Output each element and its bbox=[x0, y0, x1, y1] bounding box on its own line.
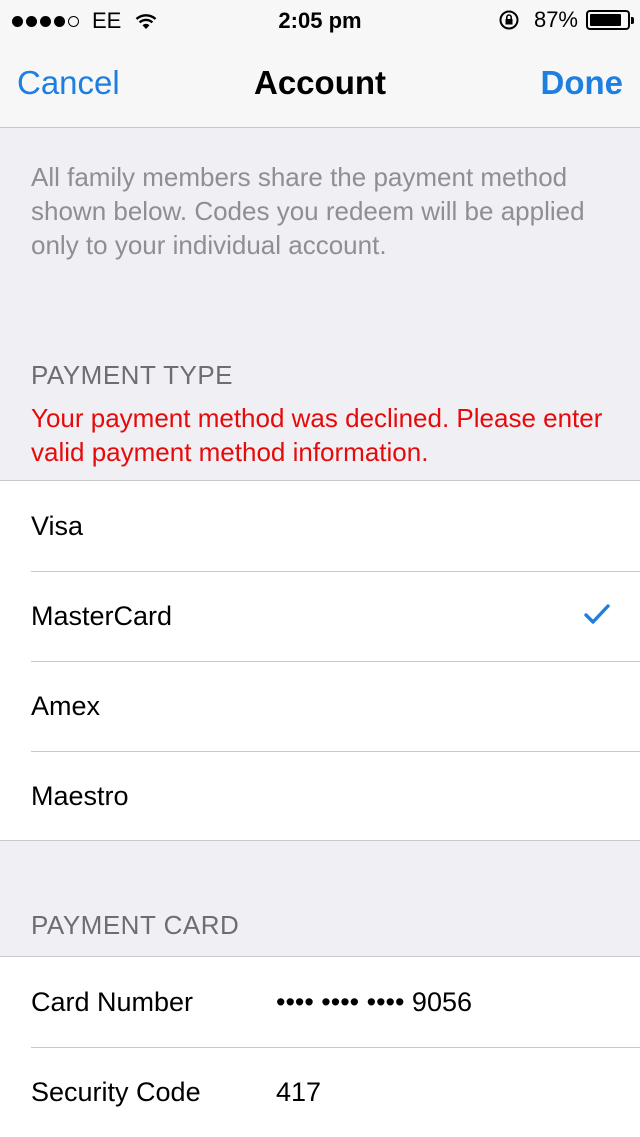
card-number-field[interactable]: •••• •••• •••• 9056 bbox=[276, 987, 472, 1018]
payment-option-label: MasterCard bbox=[31, 600, 173, 631]
battery-icon bbox=[586, 10, 634, 30]
status-bar: EE 2:05 pm 87% bbox=[0, 0, 640, 40]
navigation-bar: Cancel Account Done bbox=[0, 40, 640, 128]
payment-option-visa[interactable]: Visa bbox=[0, 481, 640, 571]
payment-type-list: Visa MasterCard Amex Maestro bbox=[0, 480, 640, 841]
card-number-label: Card Number bbox=[31, 986, 194, 1017]
checkmark-icon bbox=[584, 604, 610, 624]
rotation-lock-icon bbox=[499, 10, 519, 30]
payment-type-header: PAYMENT TYPE bbox=[31, 360, 234, 390]
payment-option-mastercard[interactable]: MasterCard bbox=[0, 571, 640, 661]
battery-percent: 87% bbox=[533, 7, 578, 32]
family-sharing-info: All family members share the payment met… bbox=[31, 162, 585, 260]
payment-option-label: Visa bbox=[31, 510, 84, 541]
payment-option-label: Amex bbox=[31, 690, 101, 721]
payment-option-maestro[interactable]: Maestro bbox=[0, 751, 640, 841]
security-code-label: Security Code bbox=[31, 1076, 201, 1107]
battery-fill bbox=[590, 14, 622, 26]
card-number-row[interactable]: Card Number •••• •••• •••• 9056 bbox=[0, 957, 640, 1047]
done-button[interactable]: Done bbox=[541, 64, 624, 102]
payment-option-amex[interactable]: Amex bbox=[0, 661, 640, 751]
status-right: 87% bbox=[498, 7, 634, 33]
payment-card-header: PAYMENT CARD bbox=[31, 910, 240, 940]
security-code-row[interactable]: Security Code 417 bbox=[0, 1047, 640, 1137]
payment-option-label: Maestro bbox=[31, 780, 129, 811]
payment-declined-error: Your payment method was declined. Please… bbox=[31, 403, 603, 467]
payment-card-form: Card Number •••• •••• •••• 9056 Security… bbox=[0, 956, 640, 1137]
security-code-field[interactable]: 417 bbox=[276, 1077, 321, 1108]
